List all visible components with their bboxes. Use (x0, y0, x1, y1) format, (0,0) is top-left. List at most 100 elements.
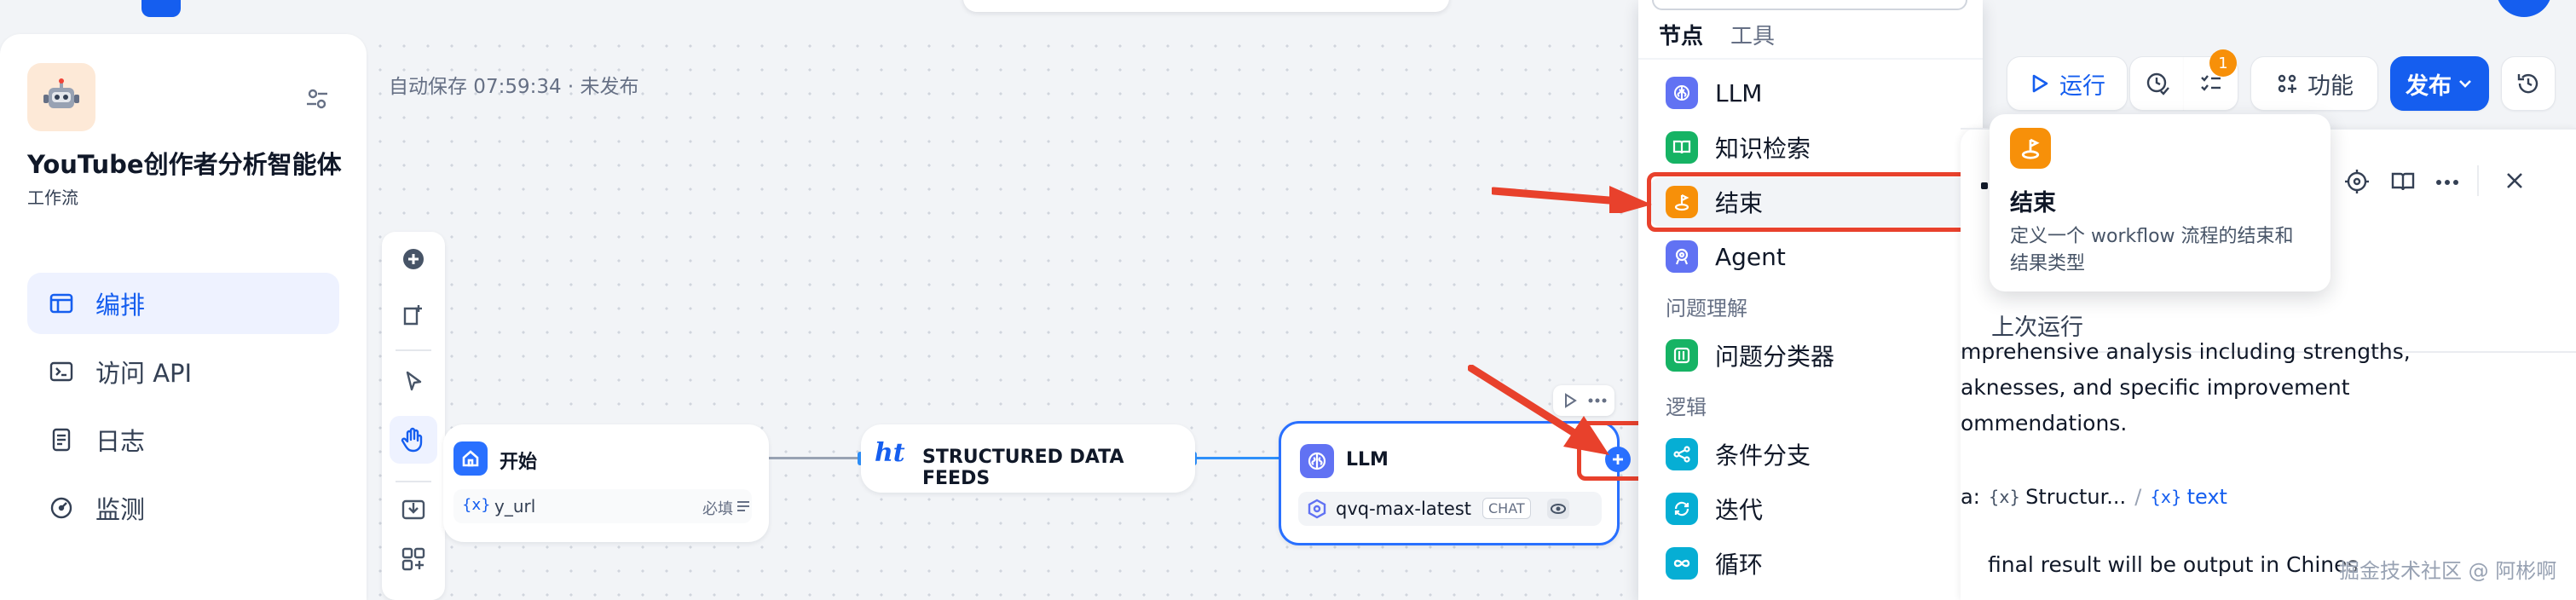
node-option-iteration[interactable]: 迭代 (1638, 484, 1945, 534)
option-label: 迭代 (1715, 496, 1764, 524)
option-label: 循环 (1715, 551, 1764, 579)
qwen-model-icon (1307, 499, 1327, 519)
features-button[interactable]: 功能 (2250, 56, 2378, 111)
version-history-button[interactable] (2501, 56, 2556, 111)
dropdown-search-box[interactable] (1652, 0, 1967, 10)
more-options-icon[interactable] (2434, 176, 2460, 188)
node-option-knowledge[interactable]: 知识检索 (1638, 123, 1945, 172)
variable-ref-1: Structur... (2025, 485, 2127, 509)
history-check-button[interactable] (2129, 56, 2184, 111)
document-icon (48, 426, 75, 453)
history-icon (2517, 73, 2538, 94)
var-separator: / (2134, 485, 2142, 509)
node-option-loop[interactable]: 循环 (1638, 539, 1945, 588)
gauge-icon (48, 494, 75, 522)
variable-ref-2: text (2186, 485, 2227, 509)
node-option-classifier[interactable]: 问题分类器 (1638, 331, 1945, 380)
prompt-line-2: aknesses, and specific improvement (1961, 375, 2350, 400)
home-icon (453, 441, 488, 476)
edge-sdf-llm (1193, 457, 1282, 459)
play-icon (2032, 74, 2048, 93)
text-lines-icon (736, 499, 750, 513)
var-prefix: a: (1961, 485, 1980, 509)
sidebar-item-label: 监测 (95, 495, 146, 524)
hand-tool-icon[interactable] (390, 416, 437, 464)
branch-icon (1666, 438, 1698, 470)
top-search-box[interactable] (963, 0, 1449, 12)
book-open-icon[interactable] (2390, 169, 2416, 194)
tab-nodes[interactable]: 节点 (1659, 19, 1703, 50)
publish-label: 发布 (2406, 72, 2452, 100)
sidebar-item-label: 访问 API (95, 359, 193, 388)
pointer-icon[interactable] (400, 368, 427, 395)
end-flag-icon (2010, 128, 2051, 169)
app-avatar (27, 63, 95, 131)
divider (396, 481, 431, 482)
sidebar-item-monitor[interactable]: 监测 (27, 477, 339, 539)
node-option-llm[interactable]: LLM (1638, 68, 1945, 118)
agent-icon (1666, 240, 1698, 273)
annotation-arrow-end (1489, 179, 1654, 216)
tooltip-desc: 定义一个 workflow 流程的结束和结果类型 (2010, 226, 2294, 274)
sidebar-item-label: 日志 (95, 427, 146, 456)
prompt-line-4: final result will be output in Chines (1988, 552, 2359, 577)
model-mode-tag: CHAT (1482, 498, 1531, 519)
variable-name: y_url (494, 496, 536, 516)
node-structured-data-feeds[interactable]: ht STRUCTURED DATA FEEDS (861, 424, 1195, 493)
add-node-icon[interactable] (400, 245, 427, 273)
node-start[interactable]: 开始 {x} y_url 必填 (443, 424, 769, 542)
group-logic: 逻辑 (1666, 395, 1707, 419)
node-tooltip-end: 结束 定义一个 workflow 流程的结束和结果类型 (1990, 114, 2331, 291)
node-option-if-else[interactable]: 条件分支 (1638, 430, 1945, 479)
sidebar-item-api[interactable]: 访问 API (27, 341, 339, 402)
user-avatar[interactable] (2496, 0, 2552, 17)
top-left-logo (142, 0, 181, 17)
watermark: 掘金技术社区 @ 阿彬啊 (2339, 559, 2557, 583)
chevron-down-icon (2459, 80, 2471, 88)
features-icon (2278, 74, 2296, 93)
add-note-icon[interactable] (400, 302, 427, 329)
divider (396, 349, 431, 351)
crosshair-icon[interactable] (2344, 169, 2370, 194)
checklist-count-badge: 1 (2209, 49, 2237, 77)
required-tag: 必填 (702, 500, 733, 518)
option-label: LLM (1715, 78, 1763, 107)
highlight-box-end (1647, 172, 2001, 232)
option-label: 知识检索 (1715, 135, 1811, 163)
variable-row: {x} y_url 必填 (453, 489, 752, 523)
sidebar-item-logs[interactable]: 日志 (27, 409, 339, 470)
last-run-tab[interactable]: 上次运行 (1991, 309, 2083, 342)
prompt-line-1: mprehensive analysis including strengths… (1961, 339, 2411, 364)
run-button[interactable]: 运行 (2007, 56, 2128, 111)
canvas-toolbar (382, 232, 445, 600)
model-selector[interactable]: qvq-max-latest CHAT (1298, 492, 1602, 526)
model-name: qvq-max-latest (1336, 499, 1472, 519)
prompt-var-row: a: {x} Structur... / {x} text (1961, 482, 2227, 511)
variable-icon: {x} (2150, 487, 2182, 507)
group-question-understanding: 问题理解 (1666, 297, 1747, 320)
option-label: 条件分支 (1715, 441, 1811, 470)
tab-tools[interactable]: 工具 (1730, 19, 1775, 50)
organize-blocks-icon[interactable] (400, 545, 427, 573)
option-label: Agent (1715, 242, 1786, 271)
variable-icon: {x} (1988, 487, 2021, 507)
layout-icon (48, 290, 75, 317)
book-icon (1666, 131, 1698, 164)
variable-icon: {x} (462, 496, 491, 514)
panel-bold-char (1981, 182, 1988, 189)
node-option-agent[interactable]: Agent (1638, 232, 1945, 281)
annotation-arrow-plus (1467, 364, 1613, 459)
panel-divider (2477, 165, 2479, 196)
sidebar-item-orchestrate[interactable]: 编排 (27, 273, 339, 334)
sdf-logo: ht (875, 438, 905, 468)
sidebar-item-label: 编排 (95, 291, 146, 320)
loop-icon (1666, 547, 1698, 580)
export-image-icon[interactable] (400, 496, 427, 523)
settings-sliders-icon[interactable] (303, 85, 331, 112)
iteration-icon (1666, 493, 1698, 525)
option-label: 问题分类器 (1715, 343, 1835, 371)
features-label: 功能 (2307, 72, 2354, 100)
close-icon[interactable] (2503, 169, 2527, 193)
node-title: STRUCTURED DATA FEEDS (922, 447, 1124, 489)
publish-button[interactable]: 发布 (2390, 56, 2489, 111)
